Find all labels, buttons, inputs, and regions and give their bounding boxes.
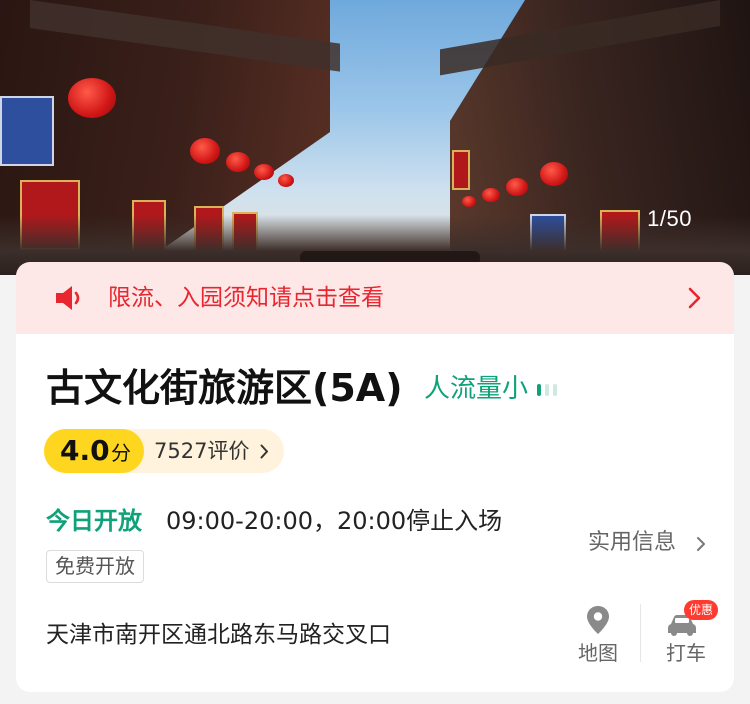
address: 天津市南开区通北路东马路交叉口 bbox=[46, 622, 391, 648]
chevron-right-icon bbox=[688, 287, 701, 309]
lantern bbox=[226, 152, 250, 172]
lantern bbox=[540, 162, 568, 186]
rating-unit: 分 bbox=[111, 441, 131, 465]
review-count: 7527评价 bbox=[154, 439, 250, 463]
map-label: 地图 bbox=[578, 641, 618, 665]
lantern bbox=[462, 196, 476, 207]
shop-sign bbox=[0, 96, 54, 166]
notice-text: 限流、入园须知请点击查看 bbox=[108, 285, 384, 311]
free-admission-tag: 免费开放 bbox=[46, 550, 144, 583]
hero-photo[interactable]: 1/50 bbox=[0, 0, 750, 275]
notice-bar[interactable]: 限流、入园须知请点击查看 bbox=[16, 262, 734, 334]
rating-pill[interactable]: 4.0 分 7527评价 bbox=[44, 429, 284, 473]
opening-hours: 09:00-20:00，20:00停止入场 bbox=[166, 507, 503, 535]
speaker-icon bbox=[56, 286, 80, 310]
map-pin-icon bbox=[587, 606, 609, 634]
shop-sign bbox=[452, 150, 470, 190]
divider bbox=[640, 604, 641, 662]
useful-info-link[interactable]: 实用信息 bbox=[588, 528, 676, 558]
attraction-title: 古文化街旅游区(5A) bbox=[46, 366, 403, 410]
chevron-right-icon bbox=[260, 444, 268, 459]
attraction-info-card: 古文化街旅游区(5A) 人流量小 4.0 分 7527评价 今日开放 09:00… bbox=[16, 334, 734, 692]
crowd-level-label: 人流量小 bbox=[424, 374, 529, 404]
chevron-right-icon[interactable] bbox=[696, 536, 706, 552]
taxi-button[interactable]: 优惠 打车 bbox=[654, 600, 719, 670]
lantern bbox=[68, 78, 116, 118]
crowd-level-indicator-icon bbox=[537, 382, 563, 398]
lantern bbox=[254, 164, 274, 180]
lantern bbox=[190, 138, 220, 164]
lantern bbox=[506, 178, 528, 196]
rating-score-badge: 4.0 分 bbox=[44, 429, 144, 473]
taxi-label: 打车 bbox=[666, 641, 706, 665]
discount-badge: 优惠 bbox=[684, 600, 719, 620]
lantern bbox=[482, 188, 500, 202]
map-button[interactable]: 地图 bbox=[568, 602, 628, 670]
lantern bbox=[278, 174, 294, 187]
open-today-label: 今日开放 bbox=[46, 507, 142, 535]
rating-score: 4.0 bbox=[60, 434, 110, 467]
photo-counter: 1/50 bbox=[647, 206, 692, 231]
